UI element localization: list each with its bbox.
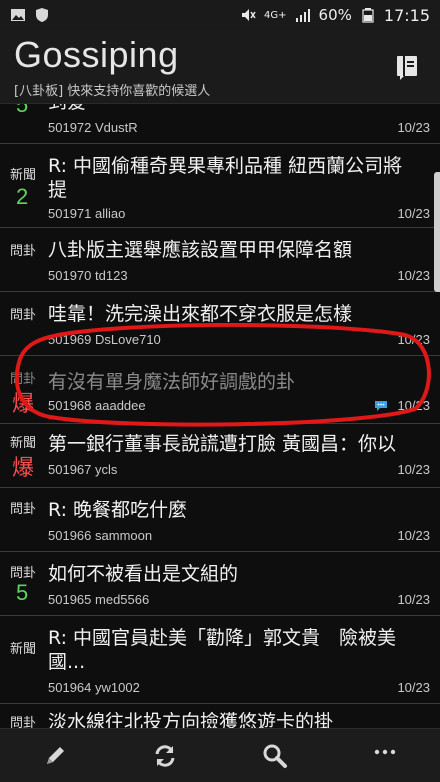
thread-row[interactable]: 問卦 淡水線往北投方向撿獲悠遊卡的掛 (0, 704, 440, 728)
thread-tag: 新聞 (10, 642, 37, 657)
search-icon (263, 744, 287, 768)
thread-title: R: 中國偷種奇異果專利品種 紐西蘭公司將提 (48, 155, 403, 201)
thread-meta: 501967 ycls (48, 462, 118, 477)
scrollbar[interactable] (434, 172, 440, 292)
status-bar: 4G+ 60% 17:15 (0, 0, 440, 30)
thread-row[interactable]: 問卦 爆 有沒有單身魔法師好調戲的卦 501968 aaaddee 10/23 (0, 356, 440, 424)
network-type: 4G+ (264, 9, 287, 21)
thread-meta: 501966 sammoon (48, 528, 153, 543)
thread-meta: 501965 med5566 (48, 592, 150, 607)
thread-tag: 問卦 (10, 502, 37, 517)
thread-title: 到爰 (48, 104, 432, 114)
push-count: 爆 (12, 391, 35, 416)
thread-meta: 501972 VdustR (48, 120, 138, 135)
compose-board-icon[interactable] (392, 52, 422, 82)
thread-title: 有沒有單身魔法師好調戲的卦 (48, 371, 296, 393)
push-count: 爆 (12, 455, 35, 480)
thread-row[interactable]: 問卦 哇靠！洗完澡出來都不穿衣服是怎樣 501969 DsLove710 10/… (0, 292, 440, 356)
thread-row[interactable]: 新聞 爆 第一銀行董事長說謊遭打臉 黃國昌：你以 501967 ycls 10/… (0, 424, 440, 488)
thread-meta: 501971 alliao (48, 206, 126, 221)
thread-title: 如何不被看出是文組的 (48, 563, 239, 585)
thread-tag: 新聞 (10, 168, 37, 183)
pencil-icon (47, 746, 64, 764)
thread-tag: 問卦 (10, 244, 37, 259)
battery-icon (362, 8, 374, 23)
thread-list[interactable]: 5 到爰 501972 VdustR 10/23 新聞 2 R: 中國偷種奇異果… (0, 104, 440, 728)
thread-row[interactable]: 新聞 R: 中國官員赴美「勸降」郭文貴 險被美國... 501964 yw100… (0, 616, 440, 704)
thread-tag: 問卦 (10, 566, 37, 581)
more-button[interactable] (368, 739, 402, 773)
push-count: 2 (16, 184, 29, 209)
thread-title: 淡水線往北投方向撿獲悠遊卡的掛 (48, 711, 334, 728)
refresh-button[interactable] (148, 739, 182, 773)
search-button[interactable] (258, 739, 292, 773)
more-icon (374, 749, 396, 754)
thread-date: 10/23 (397, 398, 430, 413)
thread-tag: 新聞 (10, 436, 37, 451)
thread-title: 第一銀行董事長說謊遭打臉 黃國昌：你以 (48, 433, 397, 455)
thread-tag: 問卦 (10, 716, 37, 728)
thread-row[interactable]: 新聞 2 R: 中國偷種奇異果專利品種 紐西蘭公司將提 501971 allia… (0, 144, 440, 228)
thread-date: 10/23 (397, 462, 430, 477)
signal-icon (295, 9, 310, 22)
clock: 17:15 (383, 5, 430, 25)
bottom-toolbar (0, 728, 440, 782)
board-title: Gossiping (14, 34, 179, 75)
app-header: Gossiping [八卦板] 快來支持你喜歡的候選人 (0, 30, 440, 104)
thread-meta: 501968 aaaddee (48, 398, 146, 413)
thread-date: 10/23 (397, 206, 430, 221)
thread-date: 10/23 (397, 120, 430, 135)
push-count: 5 (16, 580, 29, 605)
thread-meta: 501964 yw1002 (48, 680, 140, 695)
comment-icon (375, 401, 387, 411)
shield-icon (36, 8, 48, 22)
thread-meta: 501970 td123 (48, 268, 128, 283)
thread-title: 哇靠！洗完澡出來都不穿衣服是怎樣 (48, 303, 353, 325)
thread-meta: 501969 DsLove710 (48, 332, 161, 347)
thread-date: 10/23 (397, 528, 430, 543)
thread-row[interactable]: 問卦 八卦版主選舉應該設置甲甲保障名額 501970 td123 10/23 (0, 228, 440, 292)
thread-title: R: 中國官員赴美「勸降」郭文貴 險被美國... (48, 627, 397, 673)
thread-row[interactable]: 問卦 5 如何不被看出是文組的 501965 med5566 10/23 (0, 552, 440, 616)
thread-tag: 問卦 (10, 308, 37, 323)
battery-percent: 60% (318, 6, 352, 24)
thread-date: 10/23 (397, 332, 430, 347)
thread-title: R: 晚餐都吃什麼 (48, 499, 188, 521)
gallery-icon (11, 9, 25, 21)
thread-date: 10/23 (397, 592, 430, 607)
board-subtitle: [八卦板] 快來支持你喜歡的候選人 (14, 84, 211, 99)
thread-tag: 問卦 (10, 372, 37, 387)
mute-icon (242, 9, 256, 21)
thread-title: 八卦版主選舉應該設置甲甲保障名額 (48, 239, 353, 261)
thread-date: 10/23 (397, 680, 430, 695)
thread-date: 10/23 (397, 268, 430, 283)
thread-row[interactable]: 問卦 R: 晚餐都吃什麼 501966 sammoon 10/23 (0, 488, 440, 552)
push-count: 5 (16, 104, 29, 117)
compose-button[interactable] (38, 739, 72, 773)
refresh-icon (155, 744, 175, 767)
thread-row[interactable]: 5 到爰 501972 VdustR 10/23 (0, 104, 440, 144)
